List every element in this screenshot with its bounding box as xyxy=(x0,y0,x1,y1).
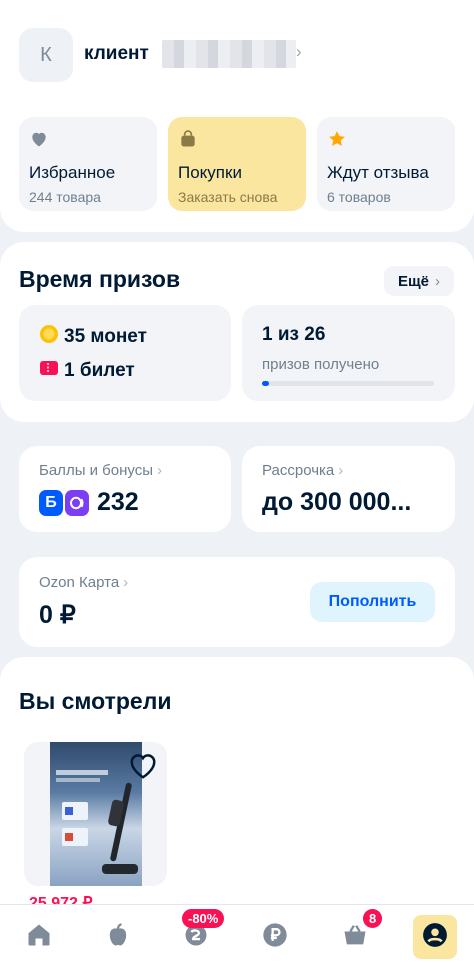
ticket-icon xyxy=(39,359,59,383)
tile-title: Покупки xyxy=(178,163,242,182)
prizes-progress-bar xyxy=(262,381,434,386)
tile-subtitle: Заказать снова xyxy=(178,189,278,205)
coins-row: 35 монет xyxy=(39,324,147,350)
tile-title: Ждут отзыва xyxy=(327,163,429,182)
chevron-right-icon: › xyxy=(338,462,344,479)
profile-icon xyxy=(422,922,448,953)
product-card[interactable] xyxy=(24,742,167,886)
bonuses-value-row: Б 232 xyxy=(39,488,139,517)
viewed-title: Вы смотрели xyxy=(19,688,172,714)
tile-subtitle: 6 товаров xyxy=(327,189,391,205)
topup-button[interactable]: Пополнить xyxy=(310,582,435,622)
bonuses-label: Баллы и бонусы xyxy=(39,462,154,479)
bag-icon xyxy=(178,129,296,151)
ozon-card-balance: 0 ₽ xyxy=(39,601,76,629)
ruble-icon xyxy=(261,921,289,954)
bonuses-label-row: Баллы и бонусы › xyxy=(39,462,162,479)
more-button[interactable]: Ещё › xyxy=(384,266,454,296)
bottom-nav: -80% 8 xyxy=(0,904,474,973)
prizes-count: 1 из 26 xyxy=(262,324,326,345)
cart-icon xyxy=(341,921,369,954)
prizes-count-sub: призов получено xyxy=(262,356,380,373)
apple-icon xyxy=(104,921,132,954)
bonus-points-icon xyxy=(65,489,89,516)
tile-reviews[interactable]: Ждут отзыва 6 товаров xyxy=(317,117,455,211)
coin-icon xyxy=(39,324,59,350)
coins-text: 35 монет xyxy=(64,326,147,347)
avatar[interactable]: К xyxy=(19,28,73,82)
chevron-right-icon: › xyxy=(157,462,163,479)
installment-value: до 300 000... xyxy=(262,488,412,516)
bonuses-value: 232 xyxy=(97,488,139,516)
nav-fresh[interactable] xyxy=(96,915,140,959)
blurred-name xyxy=(162,40,296,68)
nav-cart[interactable]: 8 xyxy=(333,909,383,959)
tile-title: Избранное xyxy=(29,163,116,182)
more-label: Ещё xyxy=(397,272,429,290)
nav-profile[interactable] xyxy=(413,915,457,959)
installment-label-row: Рассрочка › xyxy=(262,462,343,479)
tile-subtitle: 244 товара xyxy=(29,189,101,205)
heart-icon xyxy=(29,129,147,151)
profile-section: К клиент › Избранное 244 товара Покупки … xyxy=(0,0,474,232)
chevron-right-icon: › xyxy=(435,272,440,290)
ozon-card-label: Ozon Карта xyxy=(39,574,120,591)
chevron-right-icon: › xyxy=(123,574,129,591)
discount-badge: -80% xyxy=(182,909,225,928)
ozon-card-label-row: Ozon Карта › xyxy=(39,574,128,591)
prizes-progress-fill xyxy=(262,381,269,386)
client-name[interactable]: клиент xyxy=(84,43,149,65)
tile-favorites[interactable]: Избранное 244 товара xyxy=(19,117,157,211)
nav-finance[interactable] xyxy=(253,915,297,959)
bonus-b-icon: Б xyxy=(39,489,63,516)
cart-badge: 8 xyxy=(363,909,383,928)
chevron-right-icon[interactable]: › xyxy=(296,42,302,62)
tickets-row: 1 билет xyxy=(39,359,135,383)
tickets-text: 1 билет xyxy=(64,360,135,381)
prizes-title: Время призов xyxy=(19,266,181,292)
tile-purchases[interactable]: Покупки Заказать снова xyxy=(168,117,306,211)
prizes-progress-card[interactable] xyxy=(242,305,455,401)
nav-sale[interactable]: -80% xyxy=(174,909,225,959)
star-icon xyxy=(327,129,445,151)
heart-outline-icon[interactable] xyxy=(128,752,158,785)
installment-label: Рассрочка xyxy=(262,462,335,479)
prizes-balance-card[interactable] xyxy=(19,305,231,401)
home-icon xyxy=(25,921,53,954)
nav-home[interactable] xyxy=(17,915,61,959)
